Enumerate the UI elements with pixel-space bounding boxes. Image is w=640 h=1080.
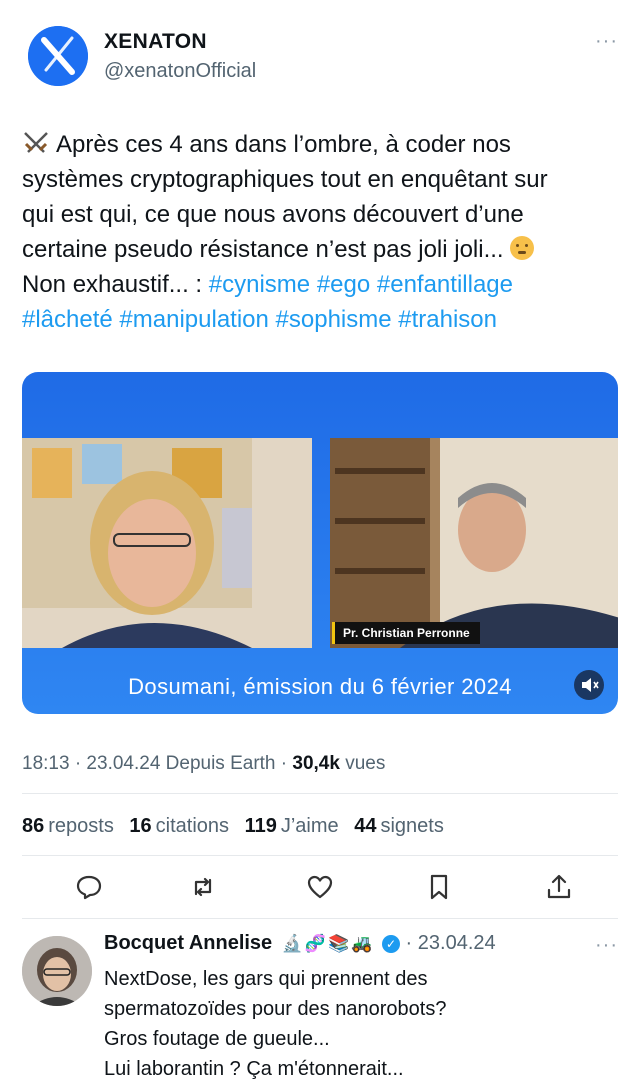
tweet-line-2: systèmes cryptographiques tout en enquêt… bbox=[22, 166, 548, 193]
account-handle[interactable]: @xenatonOfficial bbox=[104, 60, 256, 83]
quotes-label: citations bbox=[155, 815, 230, 837]
tweet-line: Non exhaustif... : #cynisme #ego #enfant… bbox=[22, 267, 622, 302]
tweet-line-1: Après ces 4 ans dans l’ombre, à coder no… bbox=[56, 131, 511, 158]
bookmarks-stat[interactable]: 44 signets bbox=[354, 815, 444, 837]
bookmarks-label: signets bbox=[380, 815, 444, 837]
tweet-line-5: Non exhaustif... : bbox=[22, 271, 209, 298]
reposts-count: 86 bbox=[22, 815, 45, 837]
verified-badge-icon: ✓ bbox=[381, 935, 400, 953]
quotes-stat[interactable]: 16 citations bbox=[129, 815, 229, 837]
video-caption: Dosumani, émission du 6 février 2024 bbox=[128, 674, 512, 699]
video-player[interactable]: Pr. Christian Perronne Dosumani, émissio… bbox=[22, 372, 618, 714]
hashtag-link[interactable]: #trahison bbox=[398, 306, 497, 333]
video-feed-right: Pr. Christian Perronne bbox=[330, 438, 618, 648]
bookmarks-count: 44 bbox=[354, 815, 377, 837]
divider bbox=[22, 855, 618, 856]
quotes-count: 16 bbox=[129, 815, 152, 837]
hashtag-link[interactable]: #enfantillage bbox=[377, 271, 513, 298]
reply-author-name[interactable]: Bocquet Annelise bbox=[104, 932, 272, 954]
repost-icon[interactable] bbox=[188, 872, 218, 902]
tweet-line-3: qui est qui, ce que nous avons découvert… bbox=[22, 201, 524, 228]
action-bar bbox=[22, 868, 618, 908]
tweet-timestamp[interactable]: 18:13 · 23.04.24 Depuis Earth · bbox=[22, 753, 292, 774]
reply-avatar[interactable] bbox=[22, 936, 92, 1006]
like-icon[interactable] bbox=[305, 872, 335, 902]
reply-line: Gros foutage de gueule... bbox=[104, 1028, 330, 1050]
hashtag-link[interactable]: #sophisme bbox=[276, 306, 392, 333]
views-count: 30,4k bbox=[292, 753, 340, 774]
likes-label: J’aime bbox=[280, 815, 339, 837]
hashtag-link[interactable]: #ego bbox=[317, 271, 370, 298]
reply-icon[interactable] bbox=[74, 872, 104, 902]
engagement-stats: 86 reposts 16 citations 119 J’aime 44 signet… bbox=[22, 815, 454, 838]
reply-author-emojis: 🔬🧬📚🚜 bbox=[281, 934, 375, 953]
reply-line: NextDose, les gars qui prennent des bbox=[104, 968, 428, 990]
reply-line: Lui laborantin ? Ça m'étonnerait... bbox=[104, 1058, 404, 1080]
thinking-face-icon bbox=[509, 236, 534, 260]
tweet-line: certaine pseudo résistance n’est pas jol… bbox=[22, 232, 622, 267]
reply-more-options-icon[interactable]: ··· bbox=[595, 934, 618, 957]
divider bbox=[22, 793, 618, 794]
more-options-icon[interactable]: ··· bbox=[595, 30, 618, 53]
tweet-line-4: certaine pseudo résistance n’est pas jol… bbox=[22, 236, 504, 263]
likes-count: 119 bbox=[244, 815, 277, 837]
likes-stat[interactable]: 119 J’aime bbox=[245, 815, 339, 837]
reply-header: Bocquet Annelise 🔬🧬📚🚜 ✓ · 23.04.24 bbox=[104, 932, 496, 955]
speaker-name-tag: Pr. Christian Perronne bbox=[332, 622, 480, 644]
tweet-header: XENATON @xenatonOfficial ··· bbox=[28, 26, 618, 86]
account-avatar[interactable] bbox=[28, 26, 88, 86]
hashtag-link[interactable]: #cynisme bbox=[209, 271, 310, 298]
bookmark-icon[interactable] bbox=[424, 872, 454, 902]
tweet-line: #lâcheté #manipulation #sophisme #trahis… bbox=[22, 302, 622, 337]
hashtag-link[interactable]: #manipulation bbox=[119, 306, 268, 333]
reposts-label: reposts bbox=[48, 815, 114, 837]
divider bbox=[22, 918, 618, 919]
reply-text: NextDose, les gars qui prennent des sper… bbox=[104, 964, 614, 1080]
share-icon[interactable] bbox=[544, 872, 574, 902]
tweet-meta: 18:13 · 23.04.24 Depuis Earth · 30,4k vu… bbox=[22, 753, 385, 775]
tweet-line: Après ces 4 ans dans l’ombre, à coder no… bbox=[22, 127, 622, 162]
crossed-swords-icon bbox=[22, 130, 50, 154]
reposts-stat[interactable]: 86 reposts bbox=[22, 815, 114, 837]
reply-date[interactable]: · 23.04.24 bbox=[406, 932, 496, 954]
account-name[interactable]: XENATON bbox=[104, 30, 207, 54]
reply-line: spermatozoïdes pour des nanorobots? bbox=[104, 998, 447, 1020]
views-label: vues bbox=[339, 753, 386, 774]
tweet-text: Après ces 4 ans dans l’ombre, à coder no… bbox=[22, 127, 622, 337]
video-feed-left bbox=[22, 438, 312, 648]
speaker-muted-icon[interactable] bbox=[574, 670, 604, 700]
hashtag-link[interactable]: #lâcheté bbox=[22, 306, 113, 333]
